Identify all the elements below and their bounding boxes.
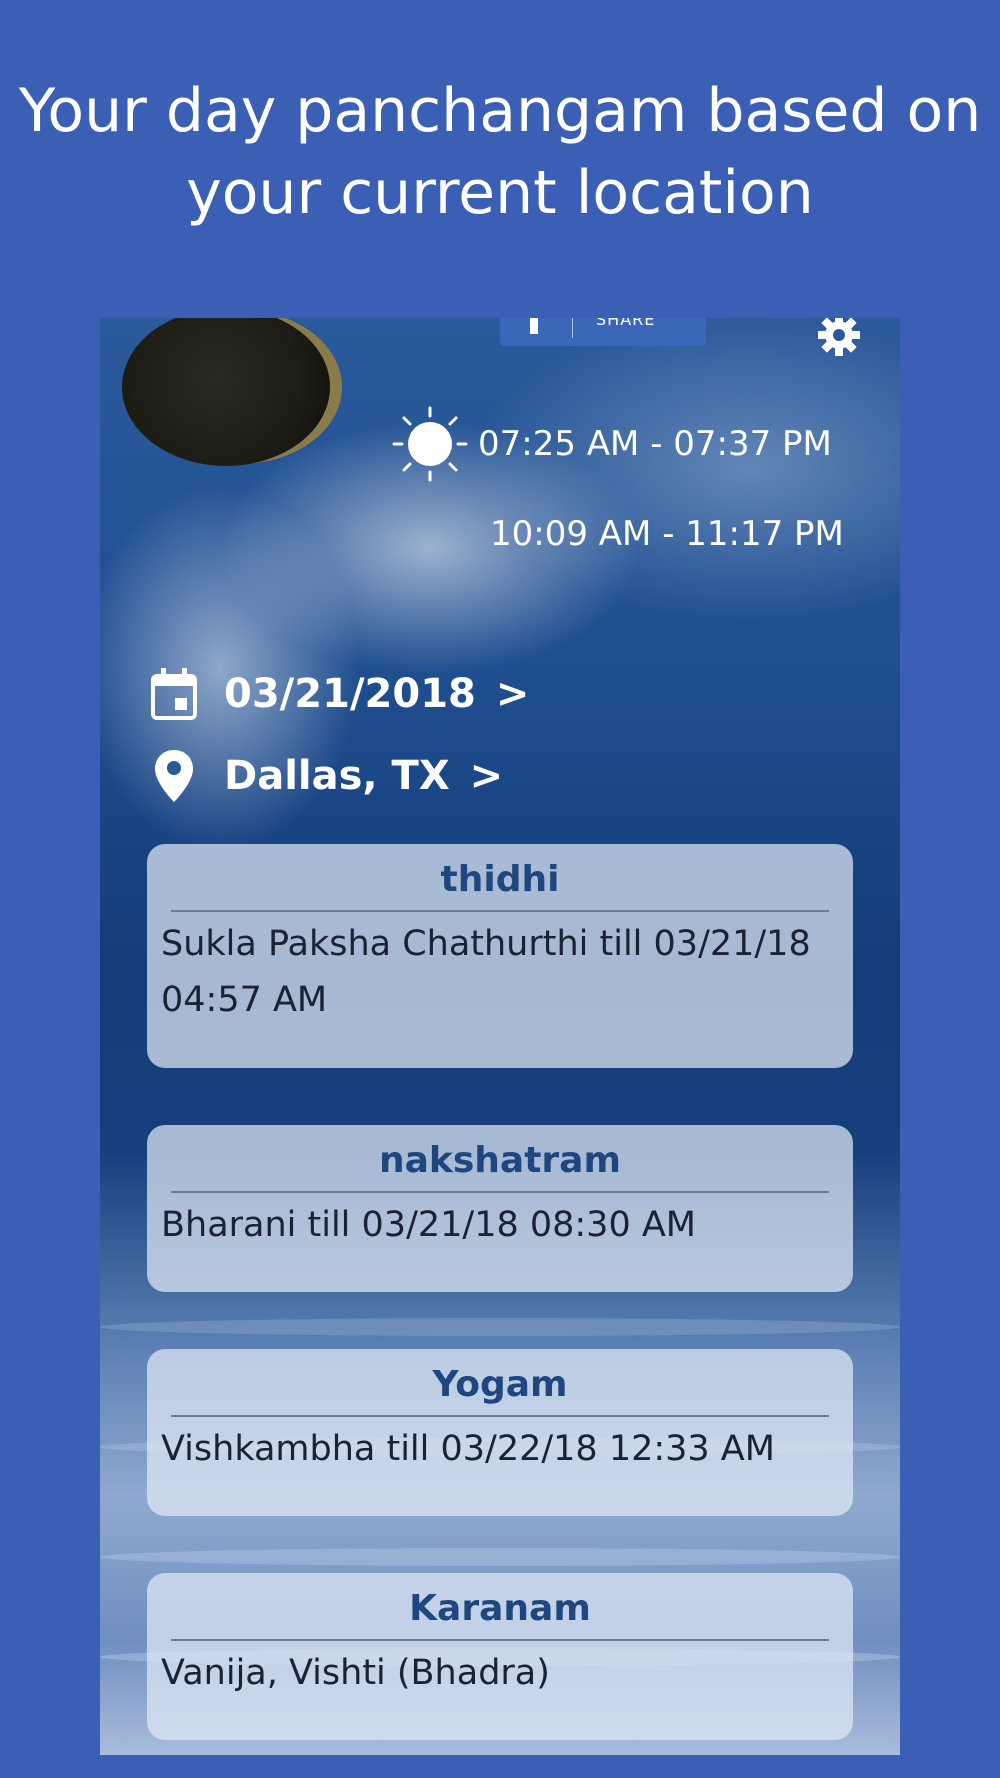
yogam-card: Yogam Vishkambha till 03/22/18 12:33 AM [147,1349,853,1516]
card-title: Karanam [409,1588,591,1629]
thidhi-card: thidhi Sukla Paksha Chathurthi till 03/2… [147,844,853,1068]
app-screen: SHARE 07:25 AM - 07:37 PM 10:09 AM - 11:… [100,318,900,1755]
karanam-card: Karanam Vanija, Vishti (Bhadra) [147,1573,853,1740]
location-pin-icon [150,750,198,802]
location-chevron: > [469,753,504,799]
sunrise-sunset-row: 07:25 AM - 07:37 PM [392,406,832,482]
crescent-moon-icon [420,504,480,564]
calendar-icon [150,668,198,720]
card-title: thidhi [440,859,560,900]
headline-line-1: Your day panchangam based on [18,76,982,146]
date-selector[interactable]: 03/21/2018 > [150,668,529,720]
card-title: Yogam [432,1364,568,1405]
moonrise-moonset-row: 10:09 AM - 11:17 PM [420,504,844,564]
location-selector[interactable]: Dallas, TX > [150,750,503,802]
water-highlight [100,1548,900,1566]
share-divider [572,318,573,338]
moon-times: 10:09 AM - 11:17 PM [490,514,844,554]
gear-icon[interactable] [816,318,862,358]
share-button[interactable]: SHARE [500,318,706,346]
headline-line-2: your current location [186,158,814,228]
card-title: nakshatram [379,1140,621,1181]
water-highlight [100,1318,900,1336]
sun-times: 07:25 AM - 07:37 PM [478,424,832,464]
card-body: Vishkambha till 03/22/18 12:33 AM [161,1429,775,1469]
facebook-icon [530,318,538,334]
card-body: Sukla Paksha Chathurthi till 03/21/18 04… [161,924,811,1020]
card-body: Bharani till 03/21/18 08:30 AM [161,1205,696,1245]
nakshatram-card: nakshatram Bharani till 03/21/18 08:30 A… [147,1125,853,1292]
promo-headline: Your day panchangam based on your curren… [0,70,1000,234]
card-body: Vanija, Vishti (Bhadra) [161,1653,550,1693]
date-value: 03/21/2018 [224,671,476,717]
date-chevron: > [495,671,530,717]
location-value: Dallas, TX [224,753,450,799]
share-label: SHARE [596,318,656,329]
sun-icon [392,406,468,482]
moon-image [122,318,330,466]
